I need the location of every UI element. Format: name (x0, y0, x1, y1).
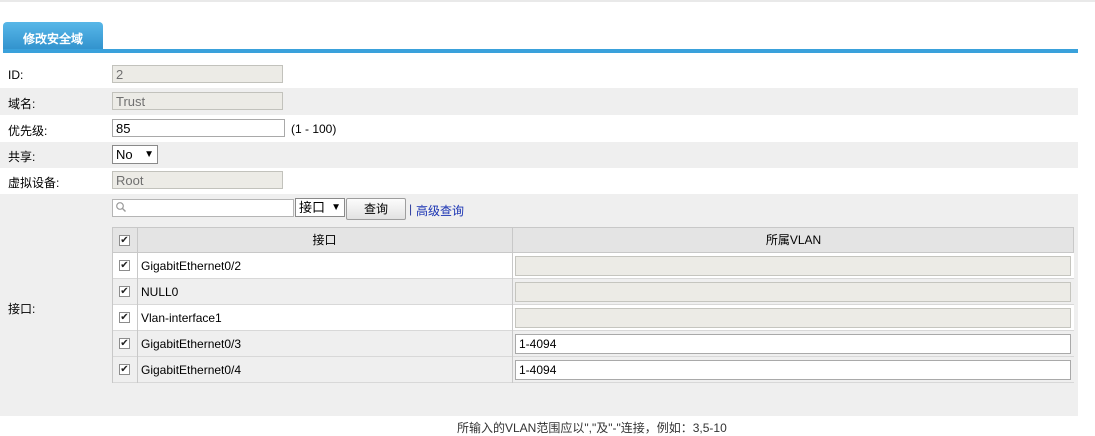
dropdown-arrow-icon: ▼ (331, 202, 341, 213)
search-type-value: 接口 (299, 200, 326, 215)
column-divider (137, 227, 138, 383)
table-row: ✔ NULL0 (112, 279, 1074, 305)
priority-range-hint: (1 - 100) (291, 122, 337, 136)
id-field: 2 (112, 65, 283, 83)
interface-name: GigabitEthernet0/3 (141, 337, 242, 351)
dropdown-arrow-icon: ▼ (144, 149, 154, 160)
tab-underline (3, 49, 1078, 53)
priority-input[interactable]: 85 (112, 119, 285, 137)
interface-label: 接口: (8, 302, 36, 316)
search-box[interactable] (112, 199, 294, 217)
priority-label: 优先级: (8, 124, 48, 138)
tab-modify-security-zone[interactable]: 修改安全域 (3, 22, 103, 52)
vlan-field (515, 308, 1071, 328)
top-divider (0, 0, 1095, 2)
virtual-device-field: Root (112, 171, 283, 189)
table-header: ✔ 接口 所属VLAN (112, 227, 1074, 253)
vlan-input[interactable]: 1-4094 (515, 360, 1071, 380)
select-all-checkbox[interactable]: ✔ (119, 235, 130, 246)
interface-name: GigabitEthernet0/4 (141, 363, 242, 377)
search-input[interactable] (127, 200, 291, 216)
advanced-query-link[interactable]: 高级查询 (416, 202, 464, 219)
domain-name-field: Trust (112, 92, 283, 110)
interface-table: ✔ 接口 所属VLAN ✔ GigabitEthernet0/2 ✔ NULL0… (112, 227, 1074, 383)
vlan-field (515, 282, 1071, 302)
row-checkbox[interactable]: ✔ (119, 312, 130, 323)
share-row: 共享: No ▼ (0, 142, 1078, 168)
priority-row: 优先级: 85 (1 - 100) (0, 115, 1078, 142)
vlan-input[interactable]: 1-4094 (515, 334, 1071, 354)
row-checkbox[interactable]: ✔ (119, 260, 130, 271)
virtual-device-row: 虚拟设备: Root (0, 168, 1078, 194)
table-row: ✔ Vlan-interface1 (112, 305, 1074, 331)
row-checkbox[interactable]: ✔ (119, 364, 130, 375)
vlan-field (515, 256, 1071, 276)
id-row: ID: 2 (0, 62, 1078, 88)
table-border-left (112, 227, 113, 383)
interface-name: GigabitEthernet0/2 (141, 259, 242, 273)
virtual-device-label: 虚拟设备: (8, 176, 60, 190)
table-row: ✔ GigabitEthernet0/3 1-4094 (112, 331, 1074, 357)
row-checkbox[interactable]: ✔ (119, 338, 130, 349)
share-select[interactable]: No ▼ (112, 145, 158, 164)
search-type-select[interactable]: 接口 ▼ (295, 198, 345, 217)
row-checkbox[interactable]: ✔ (119, 286, 130, 297)
domain-name-row: 域名: Trust (0, 88, 1078, 115)
id-label: ID: (8, 68, 24, 82)
interface-name: NULL0 (141, 285, 179, 299)
share-select-value: No (116, 147, 133, 162)
interface-name: Vlan-interface1 (141, 311, 222, 325)
search-icon (116, 202, 126, 212)
header-interface: 接口 (312, 233, 337, 247)
link-separator: | (409, 202, 413, 216)
column-divider (512, 227, 513, 383)
header-vlan: 所属VLAN (765, 233, 822, 247)
share-label: 共享: (8, 150, 36, 164)
query-button[interactable]: 查询 (346, 198, 406, 220)
domain-name-label: 域名: (8, 97, 36, 111)
table-border-right (1073, 227, 1074, 253)
table-row: ✔ GigabitEthernet0/4 1-4094 (112, 357, 1074, 383)
table-row: ✔ GigabitEthernet0/2 (112, 253, 1074, 279)
